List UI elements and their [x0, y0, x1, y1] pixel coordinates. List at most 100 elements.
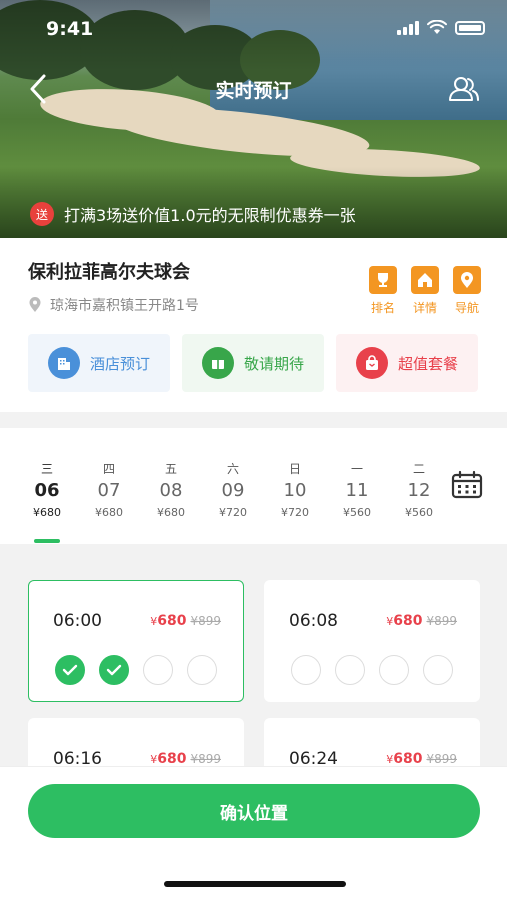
- tee-time-list: 06:00 ¥680 ¥899 06:08 ¥680 ¥899 06:16 ¥6…: [0, 544, 507, 770]
- date-item[interactable]: 日 10 ¥720: [264, 428, 326, 544]
- date-day: 09: [221, 480, 245, 501]
- service-cards: 酒店预订 敬请期待 超值套餐: [28, 334, 478, 392]
- current-price: ¥680: [150, 751, 187, 767]
- date-weekday: 五: [164, 462, 177, 476]
- calendar-icon[interactable]: [450, 470, 484, 500]
- quick-links: 排名 详情 导航: [367, 266, 483, 316]
- date-item[interactable]: 六 09 ¥720: [202, 428, 264, 544]
- date-day: 11: [345, 480, 369, 501]
- quick-link-label: 排名: [370, 301, 395, 315]
- date-day: 07: [97, 480, 121, 501]
- date-price: ¥720: [281, 506, 309, 519]
- date-price: ¥680: [95, 506, 123, 519]
- tee-time-card[interactable]: 06:16 ¥680 ¥899: [28, 718, 244, 770]
- hotel-booking-button[interactable]: 酒店预订: [28, 334, 170, 392]
- seat-selector: [55, 655, 217, 685]
- seat-checked[interactable]: [55, 655, 85, 685]
- current-price: ¥680: [150, 613, 187, 629]
- date-price: ¥720: [219, 506, 247, 519]
- date-item[interactable]: 五 08 ¥680: [140, 428, 202, 544]
- cellular-signal-icon: [397, 21, 419, 35]
- current-price: ¥680: [386, 751, 423, 767]
- value-package-button[interactable]: 超值套餐: [336, 334, 478, 392]
- promo-banner: 送 打满3场送价值1.0元的无限制优惠券一张: [30, 202, 356, 226]
- date-day: 10: [283, 480, 307, 501]
- date-price: ¥680: [33, 506, 61, 519]
- tee-time-card[interactable]: 06:00 ¥680 ¥899: [28, 580, 244, 702]
- battery-icon: [455, 21, 485, 35]
- seat-selector: [291, 655, 453, 685]
- quick-link-ranking[interactable]: 排名: [367, 266, 399, 316]
- date-weekday: 日: [288, 462, 301, 476]
- seat-empty[interactable]: [187, 655, 217, 685]
- trophy-icon: [369, 266, 397, 294]
- seat-empty[interactable]: [335, 655, 365, 685]
- section-divider: [0, 412, 507, 428]
- slot-price: ¥680 ¥899: [150, 751, 221, 767]
- status-time: 9:41: [46, 18, 94, 40]
- status-bar: 9:41: [0, 0, 507, 58]
- tee-time: 06:00: [53, 611, 102, 631]
- original-price: ¥899: [426, 752, 457, 766]
- original-price: ¥899: [190, 614, 221, 628]
- home-icon: [411, 266, 439, 294]
- quick-link-details[interactable]: 详情: [409, 266, 441, 316]
- confirm-position-button[interactable]: 确认位置: [28, 784, 480, 838]
- coming-soon-button[interactable]: 敬请期待: [182, 334, 324, 392]
- date-weekday: 二: [412, 462, 425, 476]
- seat-empty[interactable]: [423, 655, 453, 685]
- seat-empty[interactable]: [379, 655, 409, 685]
- home-indicator[interactable]: [164, 881, 346, 887]
- check-icon: [62, 664, 78, 676]
- service-label: 超值套餐: [397, 354, 458, 373]
- more-icon: [201, 347, 234, 379]
- current-price: ¥680: [386, 613, 423, 629]
- page-title: 实时预订: [215, 80, 292, 102]
- date-selector: 三 06 ¥680 四 07 ¥680 五 08 ¥680 六 09 ¥720 …: [16, 428, 456, 544]
- quick-link-label: 详情: [412, 301, 437, 315]
- date-item[interactable]: 二 12 ¥560: [388, 428, 450, 544]
- seat-empty[interactable]: [143, 655, 173, 685]
- tee-time-card[interactable]: 06:24 ¥680 ¥899: [264, 718, 480, 770]
- gift-bag-icon: [355, 347, 388, 379]
- promo-badge: 送: [30, 202, 54, 226]
- date-weekday: 四: [102, 462, 115, 476]
- club-name: 保利拉菲高尔夫球会: [28, 262, 190, 283]
- slot-price: ¥680 ¥899: [150, 613, 221, 629]
- tee-time: 06:08: [289, 611, 338, 631]
- date-weekday: 一: [350, 462, 363, 476]
- location-pin-icon: [453, 266, 481, 294]
- date-day: 08: [159, 480, 183, 501]
- quick-link-label: 导航: [454, 301, 479, 315]
- slot-price: ¥680 ¥899: [386, 613, 457, 629]
- check-icon: [106, 664, 122, 676]
- original-price: ¥899: [190, 752, 221, 766]
- tee-time-card[interactable]: 06:08 ¥680 ¥899: [264, 580, 480, 702]
- date-weekday: 三: [40, 462, 53, 476]
- date-price: ¥560: [343, 506, 371, 519]
- date-price: ¥560: [405, 506, 433, 519]
- promo-text: 打满3场送价值1.0元的无限制优惠券一张: [64, 206, 356, 225]
- slot-price: ¥680 ¥899: [386, 751, 457, 767]
- seat-checked[interactable]: [99, 655, 129, 685]
- quick-link-navigation[interactable]: 导航: [451, 266, 483, 316]
- hotel-icon: [47, 347, 80, 379]
- date-day: 06: [34, 480, 60, 501]
- seat-empty[interactable]: [291, 655, 321, 685]
- service-label: 敬请期待: [243, 354, 304, 373]
- wifi-icon: [427, 20, 447, 34]
- group-users-icon[interactable]: [447, 72, 481, 106]
- date-item[interactable]: 一 11 ¥560: [326, 428, 388, 544]
- address-text: 琼海市嘉积镇王开路1号: [50, 298, 199, 314]
- original-price: ¥899: [426, 614, 457, 628]
- date-item[interactable]: 四 07 ¥680: [78, 428, 140, 544]
- location-pin-icon: [29, 297, 41, 312]
- date-weekday: 六: [226, 462, 239, 476]
- date-price: ¥680: [157, 506, 185, 519]
- club-address: 琼海市嘉积镇王开路1号: [28, 295, 199, 315]
- service-label: 酒店预订: [89, 354, 150, 373]
- date-day: 12: [407, 480, 431, 501]
- date-item[interactable]: 三 06 ¥680: [16, 428, 78, 544]
- bottom-bar: 确认位置: [0, 766, 507, 900]
- status-icons: [397, 20, 485, 35]
